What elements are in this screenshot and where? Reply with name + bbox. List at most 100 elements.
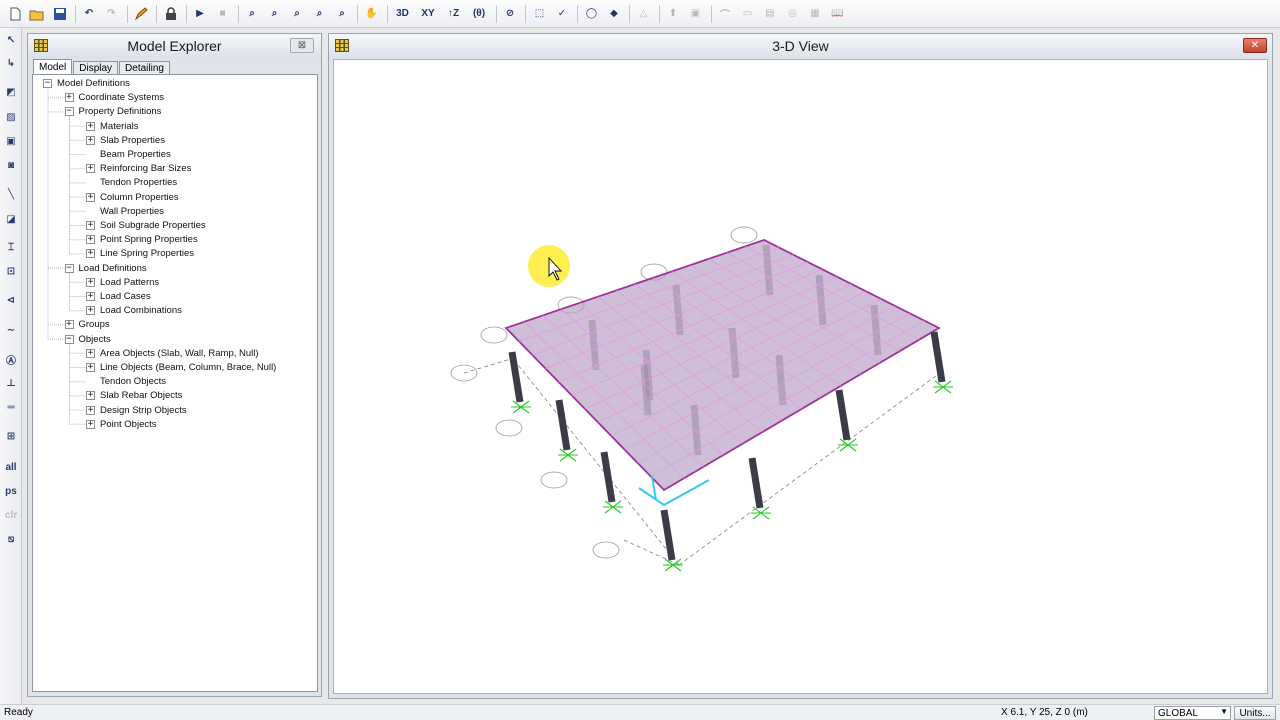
open-folder-icon[interactable] bbox=[27, 3, 48, 25]
draw-tendon-icon[interactable]: ⌶ bbox=[1, 238, 21, 256]
expand-icon[interactable]: + bbox=[86, 164, 95, 174]
draw-slab-icon[interactable]: ◩ bbox=[1, 83, 21, 101]
tree-item[interactable]: − Model Definitions bbox=[43, 77, 130, 90]
display-icon[interactable]: ⬆ bbox=[663, 3, 684, 25]
tree-item[interactable]: + Line Spring Properties bbox=[86, 247, 194, 260]
tab-display[interactable]: Display bbox=[73, 61, 119, 75]
expand-icon[interactable]: + bbox=[86, 235, 95, 245]
tree-item[interactable]: + Point Objects bbox=[86, 418, 157, 431]
expand-icon[interactable]: + bbox=[86, 363, 95, 372]
tree-item[interactable]: + Design Strip Objects bbox=[86, 404, 187, 417]
draw-reference-icon[interactable]: ⊥ bbox=[1, 374, 21, 392]
run-analysis-icon[interactable]: ▶ bbox=[190, 3, 211, 25]
expand-icon[interactable]: + bbox=[86, 405, 95, 415]
tree-item[interactable]: + Soil Subgrade Properties bbox=[86, 219, 206, 232]
pointer-icon[interactable]: ↖ bbox=[1, 31, 21, 49]
tree-item[interactable]: + Load Combinations bbox=[86, 304, 182, 317]
snap-icon[interactable]: ⊞ bbox=[1, 427, 21, 445]
clear-selection-button[interactable]: clr bbox=[1, 506, 21, 524]
expand-icon[interactable]: + bbox=[86, 391, 95, 401]
tree-item[interactable]: Beam Properties bbox=[86, 148, 171, 161]
coordinate-system-select[interactable]: GLOBAL ▼ bbox=[1154, 706, 1231, 720]
select-icon[interactable]: ⬚ bbox=[529, 3, 550, 25]
view-xz-button[interactable]: ↑Z bbox=[442, 3, 466, 25]
tree-item[interactable]: + Slab Properties bbox=[86, 134, 165, 147]
tree-item[interactable]: − Objects bbox=[64, 333, 111, 346]
book-icon[interactable]: 📖 bbox=[827, 3, 848, 25]
tree-item[interactable]: + Load Patterns bbox=[86, 276, 159, 289]
tab-detailing[interactable]: Detailing bbox=[119, 61, 170, 75]
tree-item[interactable]: + Groups bbox=[64, 318, 110, 331]
tree-item[interactable]: + Line Objects (Beam, Column, Brace, Null… bbox=[86, 361, 276, 374]
check-icon[interactable]: ✓ bbox=[552, 3, 573, 25]
close-explorer-button[interactable]: ⊠ bbox=[290, 38, 314, 53]
pan-icon[interactable]: ✋ bbox=[361, 3, 382, 25]
expand-icon[interactable]: + bbox=[86, 306, 95, 316]
draw-strip-icon[interactable]: ⊡ bbox=[1, 262, 21, 280]
zoom-window-icon[interactable]: ⌕ bbox=[242, 3, 263, 25]
collapse-icon[interactable]: − bbox=[64, 263, 74, 273]
perspective-icon[interactable]: ⊘ bbox=[500, 3, 521, 25]
zoom-extents-icon[interactable]: ⌕ bbox=[332, 3, 353, 25]
tree-item[interactable]: + Load Cases bbox=[86, 290, 151, 303]
warning-icon[interactable]: △ bbox=[633, 3, 654, 25]
draw-column-icon[interactable]: ◙ bbox=[1, 156, 21, 174]
stop-icon[interactable]: ■ bbox=[212, 3, 233, 25]
tree-item[interactable]: + Materials bbox=[86, 120, 139, 133]
circle-icon[interactable]: ◯ bbox=[581, 3, 602, 25]
rotate-view-button[interactable]: (θ) bbox=[467, 3, 491, 25]
undo-icon[interactable]: ↶ bbox=[79, 3, 100, 25]
draw-line-icon[interactable]: ═ bbox=[1, 398, 21, 416]
tree-item[interactable]: − Load Definitions bbox=[64, 262, 147, 275]
expand-icon[interactable]: + bbox=[64, 320, 74, 330]
tree-item[interactable]: + Point Spring Properties bbox=[86, 233, 198, 246]
deformed-shape-icon[interactable]: ▣ bbox=[685, 3, 706, 25]
view-xy-button[interactable]: XY bbox=[416, 3, 440, 25]
tree-item[interactable]: Tendon Objects bbox=[86, 375, 166, 388]
draw-text-icon[interactable]: Ⓐ bbox=[1, 350, 21, 368]
save-icon[interactable] bbox=[49, 3, 70, 25]
tree-item[interactable]: − Property Definitions bbox=[64, 105, 161, 118]
zoom-in-icon[interactable]: ⌕ bbox=[264, 3, 285, 25]
collapse-icon[interactable]: − bbox=[64, 334, 74, 344]
contour-icon[interactable]: ◎ bbox=[782, 3, 803, 25]
expand-icon[interactable]: + bbox=[86, 292, 95, 301]
select-all-button[interactable]: all bbox=[1, 458, 21, 476]
expand-icon[interactable]: + bbox=[86, 221, 95, 230]
redo-icon[interactable]: ↷ bbox=[101, 3, 122, 25]
tree-item[interactable]: + Coordinate Systems bbox=[64, 91, 164, 104]
draw-dimension-icon[interactable]: ∼ bbox=[1, 321, 21, 339]
slab-forces-icon[interactable]: ▭ bbox=[737, 3, 758, 25]
new-file-icon[interactable] bbox=[4, 3, 25, 25]
expand-icon[interactable]: + bbox=[86, 277, 95, 287]
intersecting-line-icon[interactable]: ⧅ bbox=[1, 530, 21, 548]
table-icon[interactable]: ▦ bbox=[805, 3, 826, 25]
tree-item[interactable]: Wall Properties bbox=[86, 205, 164, 218]
beam-forces-icon[interactable]: ▤ bbox=[760, 3, 781, 25]
lock-icon[interactable] bbox=[160, 3, 181, 25]
tree-item[interactable]: + Slab Rebar Objects bbox=[86, 389, 182, 402]
tab-model[interactable]: Model bbox=[33, 59, 73, 75]
strip-forces-icon[interactable]: ⌒ bbox=[715, 3, 736, 25]
zoom-previous-icon[interactable]: ⌕ bbox=[309, 3, 330, 25]
tree-item[interactable]: + Column Properties bbox=[86, 191, 179, 204]
tree-item[interactable]: Tendon Properties bbox=[86, 176, 177, 189]
model-canvas[interactable] bbox=[333, 59, 1268, 694]
previous-selection-button[interactable]: ps bbox=[1, 482, 21, 500]
draw-beam-icon[interactable]: ╲ bbox=[1, 185, 21, 203]
expand-icon[interactable]: + bbox=[86, 121, 95, 131]
tree-item[interactable]: + Area Objects (Slab, Wall, Ramp, Null) bbox=[86, 347, 259, 360]
collapse-icon[interactable]: − bbox=[43, 79, 52, 88]
collapse-icon[interactable]: − bbox=[64, 107, 74, 117]
reshape-icon[interactable]: ↳ bbox=[1, 54, 21, 72]
expand-icon[interactable]: + bbox=[86, 348, 95, 358]
expand-icon[interactable]: + bbox=[86, 135, 95, 145]
expand-icon[interactable]: + bbox=[86, 192, 95, 202]
tree-item[interactable]: + Reinforcing Bar Sizes bbox=[86, 162, 191, 175]
expand-icon[interactable]: + bbox=[64, 93, 74, 103]
close-view-button[interactable]: ✕ bbox=[1243, 38, 1267, 53]
expand-icon[interactable]: + bbox=[86, 249, 95, 259]
units-button[interactable]: Units... bbox=[1234, 706, 1276, 720]
view-3d-button[interactable]: 3D bbox=[391, 3, 415, 25]
draw-point-icon[interactable]: ▣ bbox=[1, 132, 21, 150]
